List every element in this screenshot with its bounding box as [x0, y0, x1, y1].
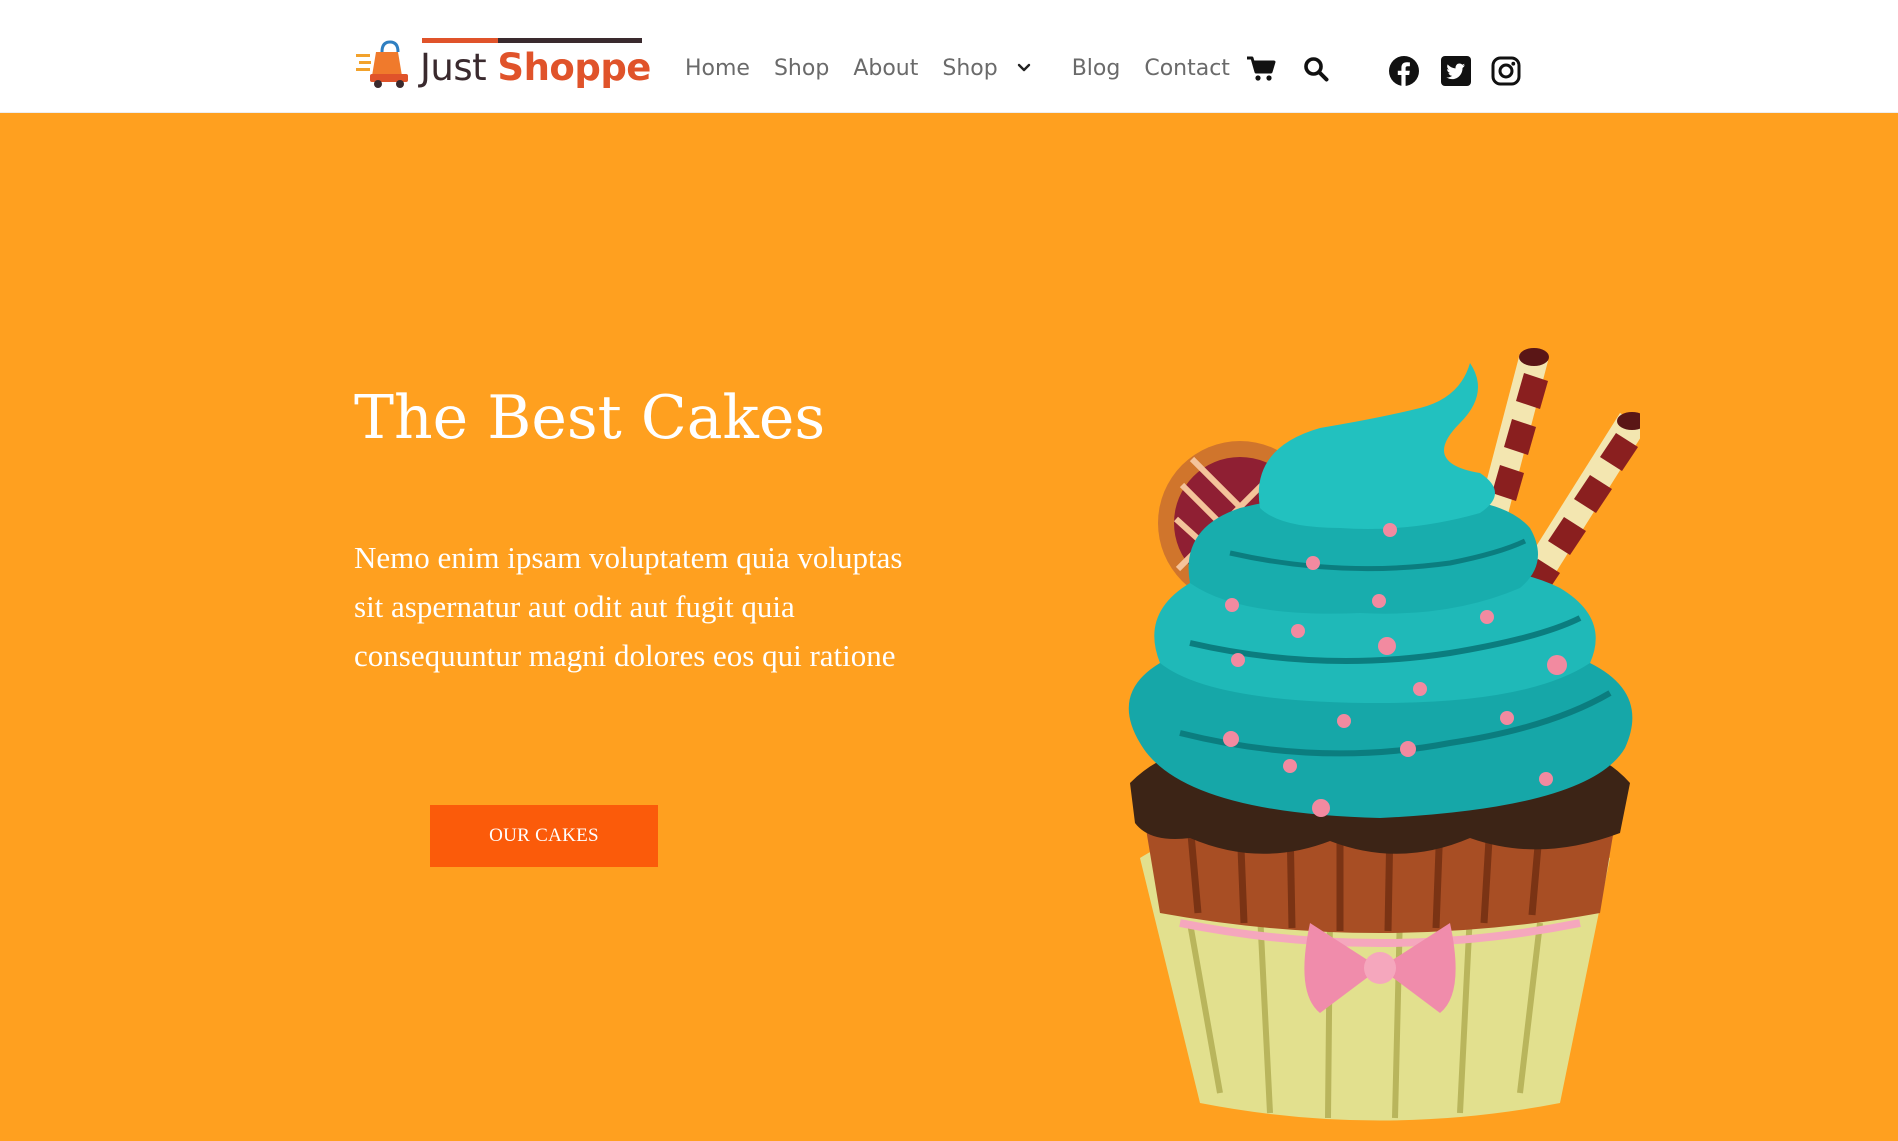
brand-logo[interactable]: Just Shoppe — [356, 36, 651, 90]
cart-icon[interactable] — [1246, 56, 1276, 82]
nav-about[interactable]: About — [853, 56, 918, 81]
shopping-bag-icon — [356, 40, 408, 88]
twitter-icon[interactable] — [1441, 56, 1471, 86]
hero-title: The Best Cakes — [354, 383, 826, 453]
nav-shop-dropdown[interactable]: Shop — [942, 56, 997, 81]
hero-description: Nemo enim ipsam voluptatem quia voluptas… — [354, 540, 903, 673]
instagram-icon[interactable] — [1491, 56, 1521, 86]
logo-dark-bar — [498, 38, 642, 43]
search-icon[interactable] — [1303, 56, 1329, 82]
main-nav: Home Shop About Shop Blog Contact — [685, 50, 1254, 86]
nav-contact[interactable]: Contact — [1144, 56, 1230, 81]
brand-name-part-2: Shoppe — [497, 46, 651, 89]
facebook-icon[interactable] — [1388, 55, 1420, 87]
our-cakes-button[interactable]: OUR CAKES — [430, 805, 658, 867]
brand-name-part-1: Just — [420, 46, 487, 89]
nav-shop[interactable]: Shop — [774, 56, 829, 81]
site-header: Just Shoppe Home Shop About Shop Blog Co… — [0, 0, 1898, 113]
brand-name: Just Shoppe — [420, 46, 651, 90]
logo-accent-bar — [422, 38, 498, 43]
chevron-down-icon[interactable] — [1016, 60, 1032, 76]
nav-blog[interactable]: Blog — [1072, 56, 1121, 81]
hero-section: The Best Cakes Nemo enim ipsam voluptate… — [0, 113, 1898, 1141]
cupcake-illustration — [1128, 348, 1640, 1121]
nav-home[interactable]: Home — [685, 56, 750, 81]
